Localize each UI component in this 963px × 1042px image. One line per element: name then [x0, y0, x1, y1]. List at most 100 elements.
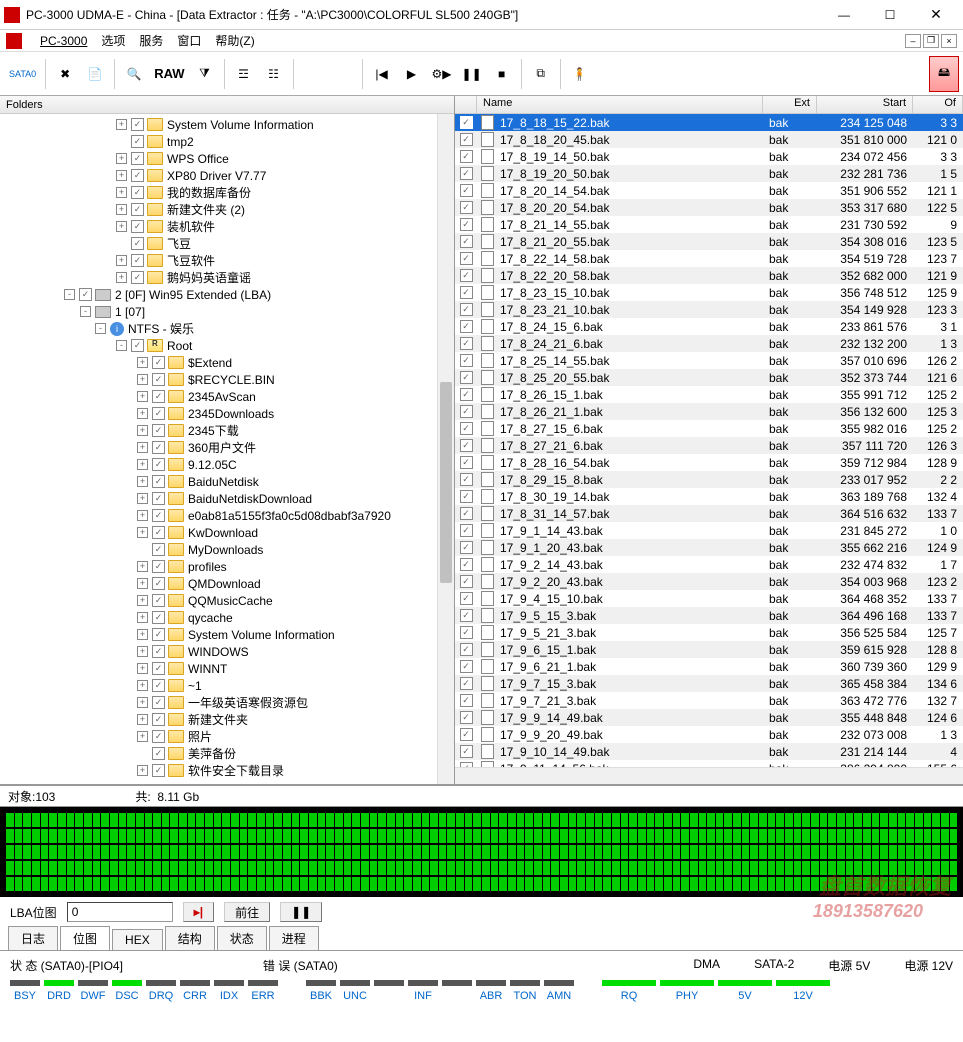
tree-row[interactable]: +✓鹅妈妈英语童谣 — [2, 269, 452, 286]
checkbox[interactable]: ✓ — [152, 577, 165, 590]
sata-port-button[interactable]: SATA0 — [4, 56, 41, 92]
expand-icon[interactable] — [137, 748, 148, 759]
file-checkbox[interactable]: ✓ — [460, 490, 473, 503]
file-hscrollbar[interactable] — [455, 767, 963, 784]
file-row[interactable]: ✓17_8_20_20_54.bakbak353 317 680122 5 — [455, 199, 963, 216]
checkbox[interactable]: ✓ — [131, 186, 144, 199]
checkbox[interactable]: ✓ — [152, 764, 165, 777]
file-row[interactable]: ✓17_8_24_15_6.bakbak233 861 5763 1 — [455, 318, 963, 335]
tools-icon[interactable]: ✖ — [50, 56, 80, 92]
expand-icon[interactable]: + — [116, 153, 127, 164]
tree-row[interactable]: +✓照片 — [2, 728, 452, 745]
maximize-button[interactable]: ☐ — [867, 0, 913, 30]
tree-row[interactable]: +✓System Volume Information — [2, 116, 452, 133]
checkbox[interactable]: ✓ — [152, 356, 165, 369]
checkbox[interactable]: ✓ — [152, 475, 165, 488]
col-start[interactable]: Start — [817, 96, 913, 113]
tab-state[interactable]: 状态 — [217, 926, 267, 950]
file-row[interactable]: ✓17_9_6_21_1.bakbak360 739 360129 9 — [455, 658, 963, 675]
expand-icon[interactable]: + — [116, 255, 127, 266]
menu-options[interactable]: 选项 — [101, 32, 125, 49]
expand-icon[interactable]: + — [137, 374, 148, 385]
checkbox[interactable]: ✓ — [152, 458, 165, 471]
report-icon[interactable]: 📄 — [80, 56, 110, 92]
file-checkbox[interactable]: ✓ — [460, 405, 473, 418]
file-row[interactable]: ✓17_9_7_15_3.bakbak365 458 384134 6 — [455, 675, 963, 692]
mdi-restore-button[interactable]: ❐ — [923, 34, 939, 48]
folder-tree[interactable]: +✓System Volume Information✓tmp2+✓WPS Of… — [0, 114, 454, 784]
tree-row[interactable]: +✓QMDownload — [2, 575, 452, 592]
tree-row[interactable]: +✓WPS Office — [2, 150, 452, 167]
tree-row[interactable]: +✓e0ab81a5155f3fa0c5d08dbabf3a7920 — [2, 507, 452, 524]
file-checkbox[interactable]: ✓ — [460, 167, 473, 180]
checkbox[interactable]: ✓ — [152, 543, 165, 556]
expand-icon[interactable]: + — [116, 272, 127, 283]
file-checkbox[interactable]: ✓ — [460, 592, 473, 605]
expand-icon[interactable]: - — [64, 289, 75, 300]
stop-icon[interactable]: ■ — [487, 56, 517, 92]
step-icon[interactable]: ⚙▶ — [427, 56, 457, 92]
lba-end-button[interactable]: ▸| — [183, 902, 214, 922]
checkbox[interactable]: ✓ — [152, 526, 165, 539]
skip-back-icon[interactable]: |◀ — [367, 56, 397, 92]
tab-structure[interactable]: 结构 — [165, 926, 215, 950]
checkbox[interactable]: ✓ — [79, 288, 92, 301]
lba-pause-button[interactable]: ❚❚ — [280, 902, 322, 922]
expand-icon[interactable]: + — [137, 680, 148, 691]
tree-row[interactable]: +✓新建文件夹 — [2, 711, 452, 728]
expand-icon[interactable]: + — [137, 595, 148, 606]
file-checkbox[interactable]: ✓ — [460, 371, 473, 384]
checkbox[interactable]: ✓ — [152, 373, 165, 386]
expand-icon[interactable]: + — [116, 187, 127, 198]
file-checkbox[interactable]: ✓ — [460, 473, 473, 486]
file-checkbox[interactable]: ✓ — [460, 269, 473, 282]
expand-icon[interactable]: + — [116, 119, 127, 130]
tree-row[interactable]: +✓qycache — [2, 609, 452, 626]
file-checkbox[interactable]: ✓ — [460, 303, 473, 316]
col-of[interactable]: Of — [913, 96, 963, 113]
tab-process[interactable]: 进程 — [269, 926, 319, 950]
expand-icon[interactable]: + — [137, 476, 148, 487]
tree-row[interactable]: +✓2345下载 — [2, 422, 452, 439]
tree-row[interactable]: +✓9.12.05C — [2, 456, 452, 473]
file-row[interactable]: ✓17_8_26_21_1.bakbak356 132 600125 3 — [455, 403, 963, 420]
tree-expand-icon[interactable]: ☷ — [259, 56, 289, 92]
expand-icon[interactable]: + — [137, 731, 148, 742]
file-checkbox[interactable]: ✓ — [460, 558, 473, 571]
file-row[interactable]: ✓17_8_25_20_55.bakbak352 373 744121 6 — [455, 369, 963, 386]
file-checkbox[interactable]: ✓ — [460, 745, 473, 758]
tree-row[interactable]: +✓QQMusicCache — [2, 592, 452, 609]
expand-icon[interactable]: + — [137, 510, 148, 521]
file-row[interactable]: ✓17_9_2_14_43.bakbak232 474 8321 7 — [455, 556, 963, 573]
file-list[interactable]: ✓17_8_18_15_22.bakbak234 125 0483 3✓17_8… — [455, 114, 963, 767]
file-row[interactable]: ✓17_8_26_15_1.bakbak355 991 712125 2 — [455, 386, 963, 403]
tree-row[interactable]: +✓WINNT — [2, 660, 452, 677]
tree-row[interactable]: -1 [07] — [2, 303, 452, 320]
sector-map[interactable] — [0, 807, 963, 897]
expand-icon[interactable]: + — [137, 561, 148, 572]
mdi-minimize-button[interactable]: – — [905, 34, 921, 48]
file-checkbox[interactable]: ✓ — [460, 626, 473, 639]
checkbox[interactable]: ✓ — [152, 713, 165, 726]
checkbox[interactable]: ✓ — [152, 560, 165, 573]
tree-row[interactable]: +✓360用户文件 — [2, 439, 452, 456]
tree-row[interactable]: +✓BaiduNetdisk — [2, 473, 452, 490]
file-column-headers[interactable]: Name Ext Start Of — [455, 96, 963, 114]
file-row[interactable]: ✓17_8_30_19_14.bakbak363 189 768132 4 — [455, 488, 963, 505]
checkbox[interactable]: ✓ — [131, 220, 144, 233]
file-checkbox[interactable]: ✓ — [460, 116, 473, 129]
lba-go-button[interactable]: 前往 — [224, 902, 270, 922]
expand-icon[interactable] — [116, 136, 127, 147]
tree-row[interactable]: +✓KwDownload — [2, 524, 452, 541]
file-checkbox[interactable]: ✓ — [460, 150, 473, 163]
person-icon[interactable]: 🧍 — [565, 56, 595, 92]
file-row[interactable]: ✓17_8_20_14_54.bakbak351 906 552121 1 — [455, 182, 963, 199]
expand-icon[interactable]: + — [137, 493, 148, 504]
tree-row[interactable]: +✓BaiduNetdiskDownload — [2, 490, 452, 507]
expand-icon[interactable]: + — [137, 663, 148, 674]
file-row[interactable]: ✓17_9_7_21_3.bakbak363 472 776132 7 — [455, 692, 963, 709]
checkbox[interactable]: ✓ — [152, 696, 165, 709]
tree-row[interactable]: +✓一年级英语寒假资源包 — [2, 694, 452, 711]
tab-log[interactable]: 日志 — [8, 926, 58, 950]
filter-icon[interactable]: ⧩ — [190, 56, 220, 92]
